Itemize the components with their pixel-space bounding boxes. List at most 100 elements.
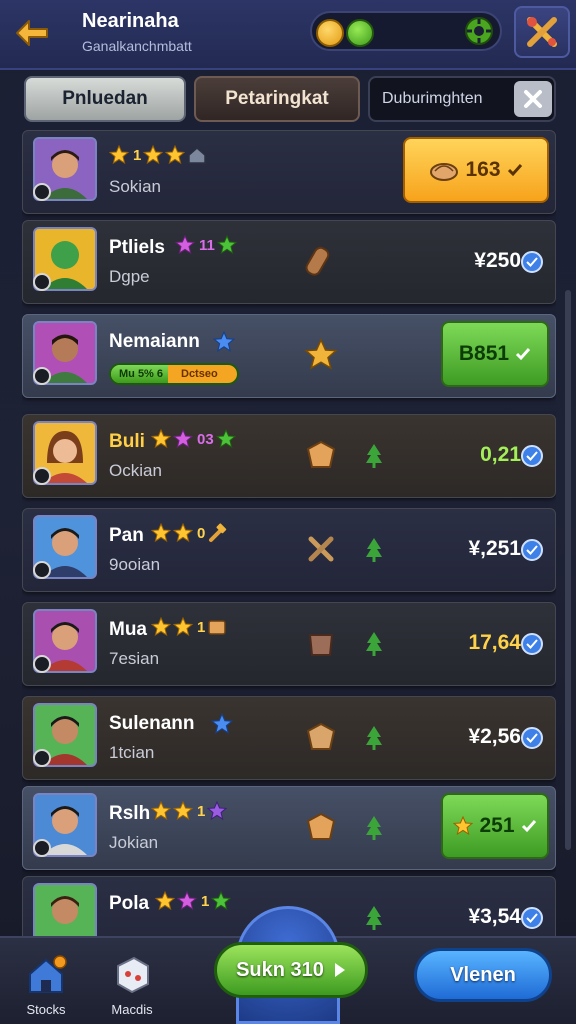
rank-badge [33,183,51,201]
scrollbar[interactable] [565,290,571,850]
verified-icon [521,727,543,749]
verified-icon [521,633,543,655]
price-label: 163 [465,158,501,181]
bread-icon [430,163,459,181]
price-label: 0,21 [480,443,521,466]
tab-petaringkat[interactable]: Petaringkat [194,76,360,122]
crate-icon [306,440,336,468]
house-icon [188,147,207,164]
star-count: 0 [197,524,206,542]
star-icon [213,331,235,353]
tree-icon [366,726,382,750]
settings-button[interactable] [462,15,496,47]
star-icon [173,429,193,449]
crate-icon [306,812,336,840]
pot-icon [308,634,334,656]
star-count: 1 [197,802,206,820]
star-icon [216,235,237,255]
star-count: 1 [133,146,142,164]
rank-badge [33,467,51,485]
star-icon [304,338,338,370]
list-item[interactable]: 1 Sokian 163 [22,130,556,214]
hammer-icon [209,523,227,542]
check-icon [516,348,531,361]
player-subtitle: 1tcian [109,743,155,762]
home-icon [29,955,67,993]
progress-label: Mu 5% 6 [119,368,164,380]
buy-button[interactable]: 251 [441,793,549,859]
star-rating: 1 [155,891,232,911]
nav-label: Stocks [26,1002,66,1017]
gem-icon [346,19,374,47]
list-item[interactable]: Rslh 1 Jokian 251 [22,786,556,870]
crate-icon [306,722,336,750]
star-icon [151,617,171,637]
list-item[interactable]: Ptliels 11 Dgpe ¥250 [22,220,556,304]
back-arrow-icon [16,20,48,46]
tree-icon [366,632,382,656]
gear-icon [465,17,493,45]
start-button[interactable]: Sukn 310 [214,942,368,998]
buy-button[interactable]: 163 [403,137,549,203]
tree-icon [366,816,382,840]
star-icon [211,713,233,735]
clear-search-button[interactable] [514,81,552,117]
star-icon [151,523,171,543]
verified-icon [521,445,543,467]
check-icon [507,164,522,177]
crate-icon [208,620,227,635]
nav-macdis[interactable]: Macdis [100,950,164,1020]
view-button[interactable]: Vlenen [414,948,552,1002]
star-icon [177,891,197,911]
player-name: Mua [109,619,147,640]
star-rating: 1 [151,617,227,637]
price-label: B851 [458,342,510,365]
star-count: 11 [199,236,215,254]
list-item[interactable]: Mua 1 7esian 17,64 [22,602,556,686]
star-icon [173,523,193,543]
list-item[interactable]: Pan 0 9ooian ¥,251 [22,508,556,592]
player-subtitle: Dgpe [109,267,150,286]
dice-icon [117,956,149,994]
star-count: 1 [197,618,206,636]
tools-icon [308,536,334,562]
star-icon [173,801,193,821]
list-item[interactable]: Sulenann 1tcian ¥2,56 [22,696,556,780]
star-rating: 11 [175,235,237,255]
list-item[interactable]: Buli 03 Ockian 0,21 [22,414,556,498]
player-name: Nemaiann [109,331,200,352]
back-button[interactable] [6,8,58,58]
tools-button[interactable] [514,6,570,58]
tree-icon [366,538,382,562]
tools-icon [527,17,557,47]
player-subtitle: 9ooian [109,555,161,574]
tab-pnluedan[interactable]: Pnluedan [24,76,186,122]
star-rating: 03 [151,429,236,449]
page-title: Nearinaha [82,10,179,32]
rank-badge [33,367,51,385]
buy-button[interactable]: B851 [441,321,549,387]
rank-badge [33,561,51,579]
list-item[interactable]: Nemaiann Mu 5% 6 Dctseo B851 [22,314,556,398]
player-name: Pan [109,525,144,546]
star-rating: 1 [109,145,207,165]
verified-icon [521,539,543,561]
nav-label: Macdis [111,1002,153,1017]
player-subtitle: Jokian [109,833,159,852]
close-icon [524,90,542,108]
price-label: ¥,251 [468,537,521,560]
player-name: Pola [109,893,150,914]
star-icon [151,801,171,821]
check-icon [521,820,536,833]
nav-stocks[interactable]: Stocks [14,950,78,1020]
gold-coin-icon [316,19,344,47]
star-count: 03 [197,430,214,448]
rank-badge [33,839,51,857]
star-icon [165,145,186,165]
price-label: ¥2,56 [468,725,521,748]
star-icon [109,145,129,165]
progress-bar: Mu 5% 6 Dctseo [109,363,239,385]
player-name: Buli [109,431,145,452]
price-label: 251 [479,814,515,837]
rank-badge [33,749,51,767]
